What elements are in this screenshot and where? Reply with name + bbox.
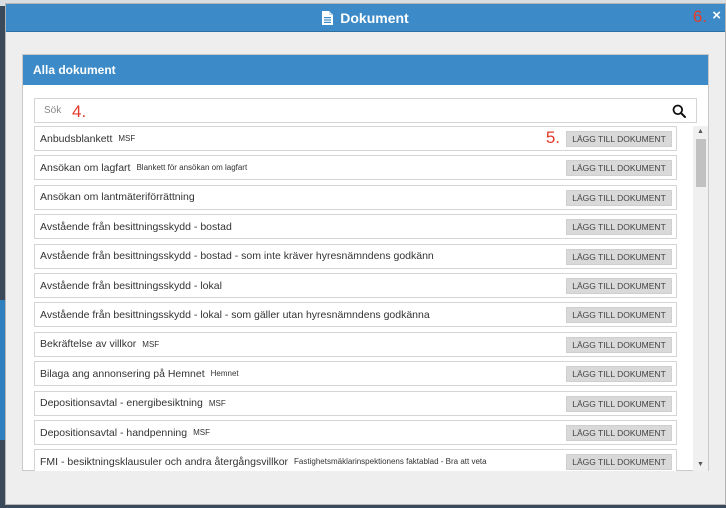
all-documents-panel: Alla dokument 4. Anbudsblankett MSF 5. LÄGG… (22, 54, 709, 471)
document-title: Ansökan om lantmäteriförrättning (40, 191, 195, 204)
scroll-down-icon[interactable]: ▼ (693, 459, 708, 471)
modal-title: Dokument (6, 4, 725, 32)
document-modal: Dokument 6. × Alla dokument 4. Anbudsbla… (5, 3, 726, 505)
close-icon[interactable]: × (712, 7, 721, 24)
scroll-thumb[interactable] (696, 139, 706, 187)
document-tag: MSF (208, 398, 226, 408)
document-tag: Hemnet (210, 369, 239, 379)
add-document-button[interactable]: LÄGG TILL DOKUMENT (566, 366, 672, 383)
annotation-search: 4. (72, 102, 87, 121)
add-document-button[interactable]: LÄGG TILL DOKUMENT (566, 189, 672, 206)
scroll-up-icon[interactable]: ▲ (693, 126, 708, 138)
list-item: Bilaga ang annonsering på Hemnet Hemnet LÄ… (34, 361, 677, 387)
add-document-button[interactable]: LÄGG TILL DOKUMENT (566, 219, 672, 236)
search-icon[interactable] (672, 104, 686, 118)
document-title: Anbudsblankett (40, 132, 113, 145)
document-tag: Fastighetsmäklarinspektionens faktablad … (294, 457, 487, 467)
modal-header: Dokument 6. × (6, 4, 725, 32)
document-title: Ansökan om lagfart (40, 161, 131, 174)
document-tag: MSF (193, 428, 210, 437)
list-item: FMI - besiktningsklausuler och andra åte… (34, 449, 677, 471)
list-item: Avstående från besittningsskydd - lokal L… (34, 273, 677, 298)
list-item: Bekräftelse av villkor MSF LÄGG TILL DOKUM… (34, 331, 677, 357)
document-title: FMI - besiktningsklausuler och andra åte… (40, 455, 289, 468)
document-tag: MSF (118, 134, 136, 143)
document-title: Avstående från besittningsskydd - bostad… (40, 250, 434, 263)
document-tag: MSF (142, 339, 160, 349)
document-title: Bilaga ang annonsering på Hemnet (40, 367, 205, 380)
annotation-close: 6. (692, 7, 707, 26)
add-document-button[interactable]: LÄGG TILL DOKUMENT (566, 131, 672, 147)
document-list: Anbudsblankett MSF 5. LÄGG TILL DOKUMENT Ans… (34, 126, 709, 471)
list-item: Ansökan om lagfart Blankett för ansökan o… (34, 155, 677, 181)
list-item: Depositionsavtal - handpenning MSF LÄGG TI… (34, 420, 677, 445)
list-item: Avstående från besittningsskydd - lokal … (34, 302, 677, 328)
list-item: Avstående från besittningsskydd - bostad… (34, 243, 677, 269)
document-tag: Blankett för ansökan om lagfart (136, 163, 248, 173)
document-title: Avstående från besittningsskydd - lokal … (40, 308, 430, 321)
list-item: Ansökan om lantmäteriförrättning LÄGG TIL… (34, 184, 677, 210)
document-title: Depositionsavtal - handpenning (40, 426, 188, 439)
add-document-button[interactable]: LÄGG TILL DOKUMENT (566, 160, 672, 177)
add-document-button[interactable]: LÄGG TILL DOKUMENT (566, 336, 672, 353)
list-item: Anbudsblankett MSF 5. LÄGG TILL DOKUMENT (34, 126, 677, 151)
add-document-button[interactable]: LÄGG TILL DOKUMENT (566, 278, 672, 294)
annotation-add-button: 5. (545, 128, 560, 147)
document-title: Bekräftelse av villkor (40, 338, 137, 351)
scrollbar[interactable]: ▲ ▼ (693, 126, 708, 471)
document-title: Avstående från besittningsskydd - lokal (40, 279, 222, 292)
add-document-button[interactable]: LÄGG TILL DOKUMENT (566, 307, 672, 324)
add-document-button[interactable]: LÄGG TILL DOKUMENT (566, 454, 672, 471)
document-title: Avstående från besittningsskydd - bostad (40, 220, 232, 233)
search-input[interactable] (35, 99, 655, 122)
add-document-button[interactable]: LÄGG TILL DOKUMENT (566, 395, 672, 412)
list-item: Avstående från besittningsskydd - bostad… (34, 214, 677, 240)
add-document-button[interactable]: LÄGG TILL DOKUMENT (566, 248, 672, 265)
add-document-button[interactable]: LÄGG TILL DOKUMENT (566, 425, 672, 441)
document-icon (322, 11, 334, 25)
panel-title: Alla dokument (23, 55, 708, 85)
modal-title-text: Dokument (340, 10, 409, 26)
document-title: Depositionsavtal - energibesiktning (40, 397, 203, 410)
list-item: Depositionsavtal - energibesiktning MSF LÄ… (34, 390, 677, 416)
search-box: 4. (34, 98, 697, 123)
